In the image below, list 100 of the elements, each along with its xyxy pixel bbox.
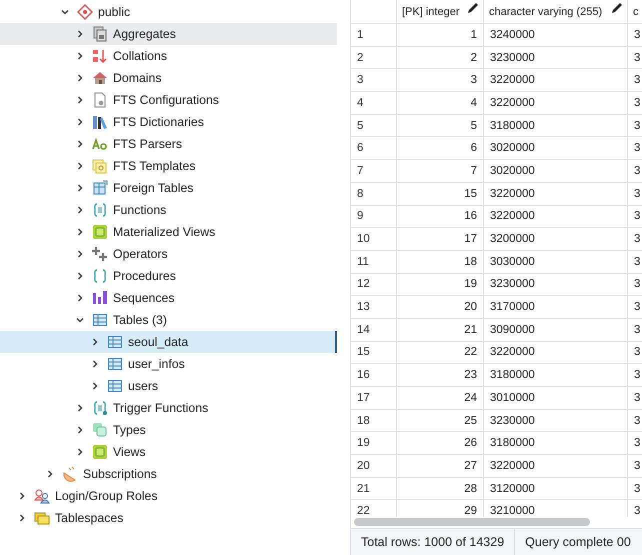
chevron-icon[interactable] [75,51,85,61]
tree-item-label: FTS Dictionaries [113,115,204,129]
table-cell: 3 [628,228,642,250]
tree-item-label: Domains [113,71,162,85]
chevron-icon[interactable] [75,403,85,413]
table-cell: 3240000 [484,24,628,46]
row-number: 13 [351,296,397,318]
table-cell: 3 [397,69,484,92]
tree-item-label: Views [113,445,146,459]
table-cell: 17 [397,228,484,250]
tree-item-label: Collations [113,49,167,63]
tree-item[interactable]: Procedures [0,265,337,287]
table-cell: 3030000 [484,250,628,273]
table-cell: 24 [397,387,484,409]
tree-item[interactable]: Views [0,441,337,463]
chevron-icon[interactable] [75,183,85,193]
row-number: 6 [351,137,397,160]
sort-icon [92,48,108,64]
tree-item[interactable]: Login/Group Roles [0,485,337,507]
table-cell: 3090000 [484,318,628,341]
table-cell: 3180000 [484,114,628,136]
chevron-icon[interactable] [75,161,85,171]
chevron-icon[interactable] [75,73,85,83]
table-cell: 3220000 [484,342,628,364]
chevron-icon[interactable] [75,95,85,105]
table-cell: 6 [397,137,484,160]
tree-item-label: Functions [113,203,166,217]
tree-item[interactable]: users [0,375,337,397]
chevron-icon[interactable] [60,7,70,17]
template-icon [92,158,108,174]
chevron-icon[interactable] [90,381,100,391]
braces-icon [92,202,108,218]
table-icon [107,378,123,394]
tree-item[interactable]: Sequences [0,287,337,309]
tree-item[interactable]: Operators [0,243,337,265]
tree-item[interactable]: FTS Configurations [0,89,337,111]
chevron-icon[interactable] [75,447,85,457]
column-header[interactable]: c [628,0,642,23]
chevron-icon[interactable] [45,469,55,479]
chevron-icon[interactable] [75,227,85,237]
row-number: 2 [351,46,397,68]
tree-item[interactable]: Foreign Tables [0,177,337,199]
table-cell: 3220000 [484,182,628,204]
squares-icon [92,422,108,438]
tree-item[interactable]: Materialized Views [0,221,337,243]
row-number: 16 [351,364,397,386]
table-cell: 3 [628,137,642,160]
tree-item[interactable]: Subscriptions [0,463,337,485]
column-header[interactable]: character varying (255) [484,0,628,23]
row-number: 20 [351,455,397,477]
table-cell: 3 [628,274,642,296]
table-cell: 16 [397,206,484,228]
tree-item[interactable]: FTS Templates [0,155,337,177]
table-cell: 18 [397,250,484,273]
table-cell: 23 [397,364,484,386]
table-cell: 3180000 [484,364,628,386]
table-cell: 3230000 [484,274,628,296]
tree-item[interactable]: public [0,1,337,23]
tree-item[interactable]: user_infos [0,353,337,375]
tree-item-label: Trigger Functions [113,401,208,415]
chevron-icon[interactable] [75,139,85,149]
chevron-icon[interactable] [75,205,85,215]
view-icon [92,444,108,460]
column-type: c [633,6,638,18]
table-cell: 3010000 [484,387,628,409]
table-cell: 3220000 [484,92,628,114]
scrollbar-thumb[interactable] [354,518,590,526]
chevron-icon[interactable] [75,29,85,39]
chevron-icon[interactable] [75,293,85,303]
chevron-icon[interactable] [90,359,100,369]
tree-item[interactable]: Types [0,419,337,441]
row-number: 14 [351,318,397,341]
chevron-icon[interactable] [17,513,27,523]
chevron-icon[interactable] [75,117,85,127]
tree-item[interactable]: FTS Dictionaries [0,111,337,133]
tree-item[interactable]: Functions [0,199,337,221]
tree-item[interactable]: Domains [0,67,337,89]
chevron-icon[interactable] [90,337,100,347]
column-type: [PK] integer [402,6,460,18]
braces-icon [92,268,108,284]
tree-item[interactable]: Tables (3) [0,309,337,331]
table-cell: 27 [397,455,484,477]
tree-item[interactable]: Collations [0,45,337,67]
column-header[interactable]: [PK] integer [397,0,484,23]
chevron-icon[interactable] [75,271,85,281]
table-cell: 28 [397,478,484,500]
tree-item[interactable]: Aggregates [0,23,337,45]
chevron-icon[interactable] [17,491,27,501]
tree-item[interactable]: Trigger Functions [0,397,337,419]
tree-item[interactable]: Tablespaces [0,507,337,529]
row-number: 18 [351,410,397,432]
chevron-icon[interactable] [75,425,85,435]
users-icon [34,488,50,504]
chevron-icon[interactable] [75,315,85,325]
chevron-icon[interactable] [75,249,85,259]
tree-item-label: FTS Parsers [113,137,182,151]
tree-item[interactable]: FTS Parsers [0,133,337,155]
row-number: 10 [351,228,397,250]
tree-item[interactable]: seoul_data [0,331,337,353]
total-rows: Total rows: 1000 of 14329 [351,535,514,549]
